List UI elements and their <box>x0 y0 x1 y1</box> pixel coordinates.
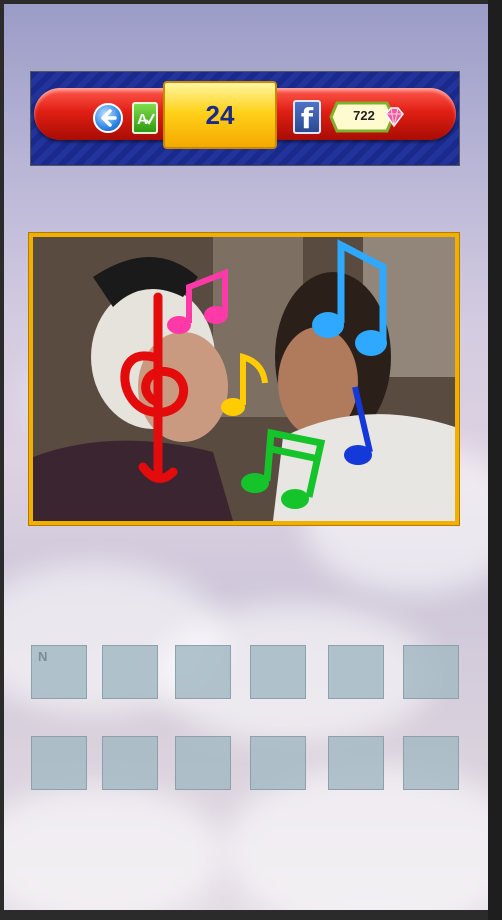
coins-value: 722 <box>353 108 375 123</box>
answer-slot[interactable] <box>102 736 158 790</box>
answer-slot[interactable] <box>250 736 306 790</box>
top-bar: A 24 f 722 <box>30 71 460 166</box>
answer-slot[interactable]: N <box>31 645 87 699</box>
window-edge <box>488 0 502 920</box>
hint-icon: A <box>137 111 155 128</box>
back-button[interactable] <box>93 103 123 133</box>
cloud <box>4 784 224 910</box>
puzzle-illustration <box>33 237 455 521</box>
svg-text:A: A <box>137 111 148 128</box>
answer-slot[interactable] <box>175 645 231 699</box>
gem-icon <box>385 107 404 128</box>
level-indicator: 24 <box>163 81 277 149</box>
puzzle-image-frame <box>28 232 460 526</box>
answer-slot[interactable] <box>102 645 158 699</box>
facebook-share-button[interactable]: f <box>293 100 321 135</box>
back-arrow-icon <box>101 109 117 127</box>
hint-button[interactable]: A <box>132 102 158 134</box>
facebook-icon: f <box>300 102 314 135</box>
answer-slot[interactable] <box>403 645 459 699</box>
answer-slot[interactable] <box>175 736 231 790</box>
answer-slot[interactable] <box>403 736 459 790</box>
coins-counter[interactable]: 722 <box>329 100 404 134</box>
answer-slot[interactable] <box>250 645 306 699</box>
answer-slot[interactable] <box>328 645 384 699</box>
answer-slot[interactable] <box>31 736 87 790</box>
level-number: 24 <box>205 99 235 130</box>
answer-slot[interactable] <box>328 736 384 790</box>
answer-letter: N <box>38 649 48 664</box>
puzzle-image <box>33 237 455 521</box>
